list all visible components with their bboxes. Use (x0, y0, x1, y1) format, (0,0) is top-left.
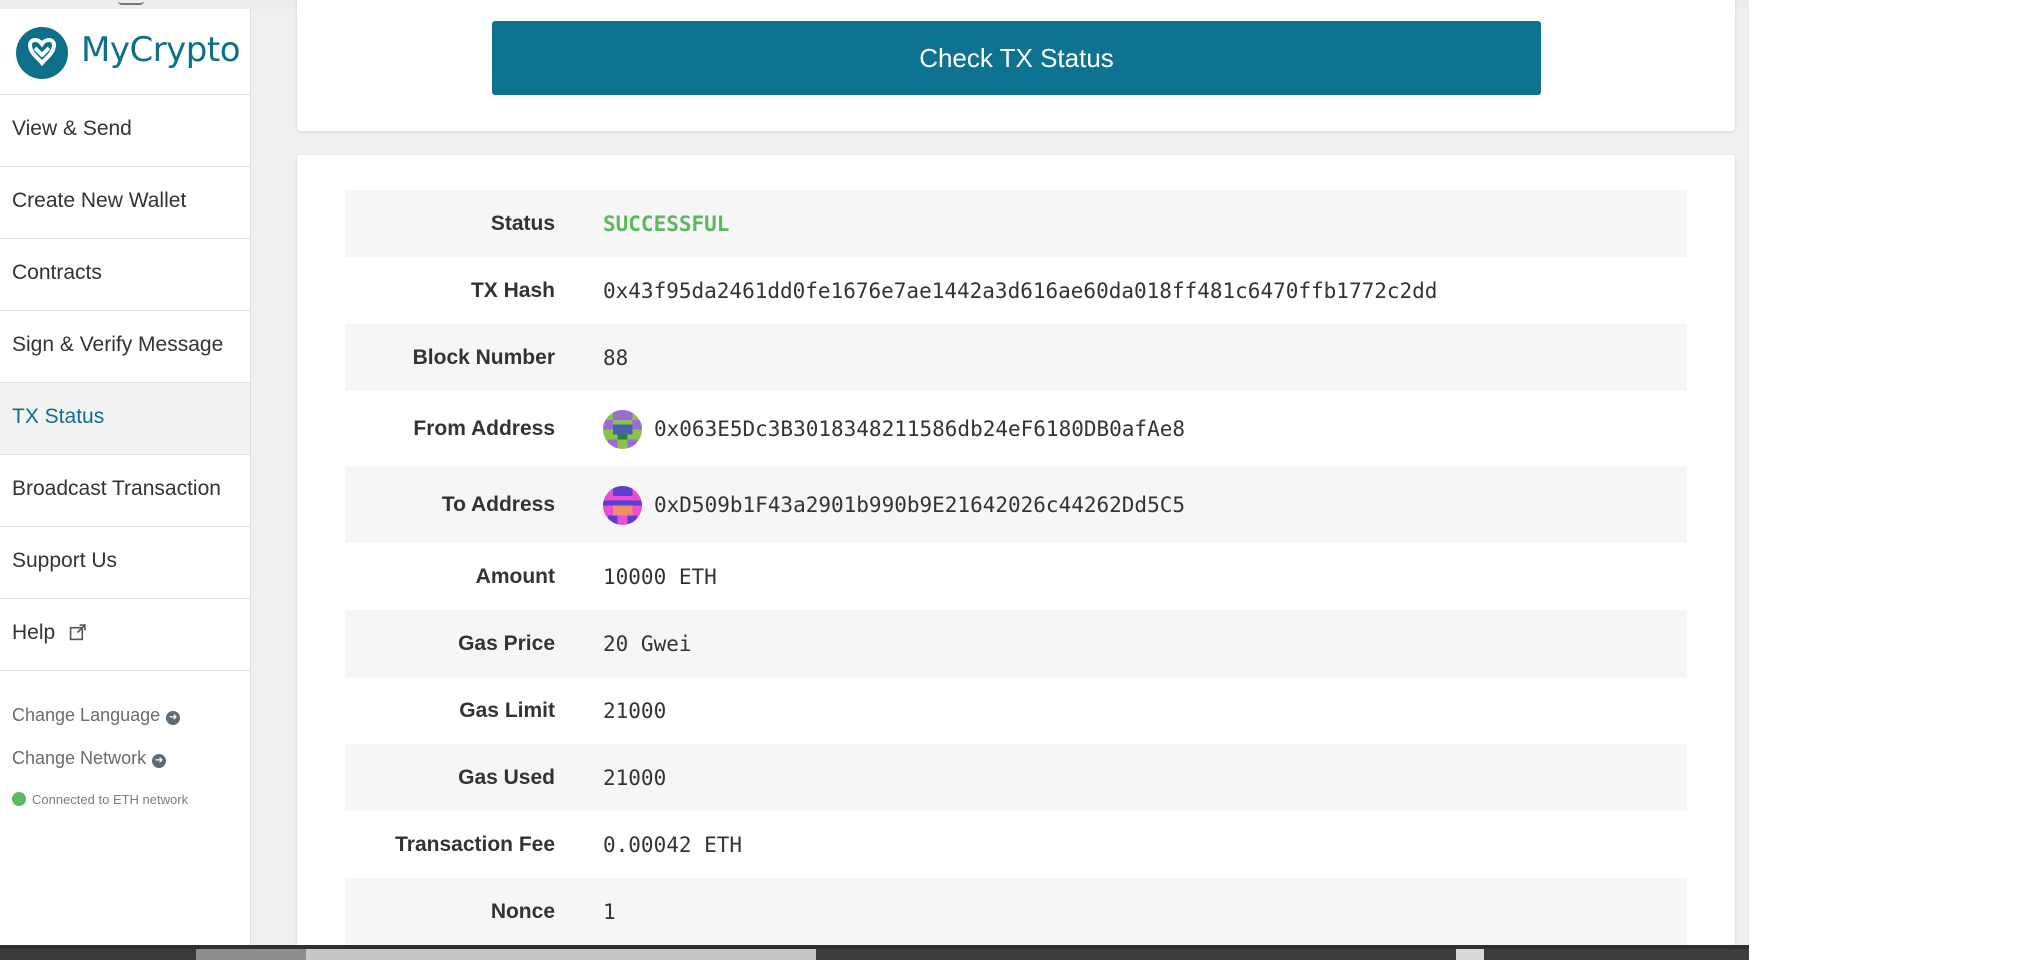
sidebar-item-broadcast-transaction[interactable]: Broadcast Transaction (0, 455, 250, 527)
from-address-value[interactable]: 0x063E5Dc3B3018348211586db24eF6180DB0afA… (654, 417, 1185, 441)
brand-name: MyCrypto (81, 30, 241, 70)
tx-row-status: Status SUCCESSFUL (345, 190, 1687, 257)
tx-row-fee: Transaction Fee 0.00042 ETH (345, 811, 1687, 878)
to-identicon-icon (603, 485, 642, 525)
sidebar-item-label: Create New Wallet (12, 189, 187, 212)
check-tx-status-button[interactable]: Check TX Status (492, 21, 1541, 95)
from-identicon-icon (603, 409, 642, 449)
to-address-value[interactable]: 0xD509b1F43a2901b990b9E21642026c44262Dd5… (654, 493, 1185, 517)
gas-used-value: 21000 (603, 765, 667, 790)
connection-status: Connected to ETH network (12, 792, 188, 807)
mycrypto-logo-icon (16, 27, 68, 79)
external-link-icon (69, 623, 86, 647)
sidebar-item-tx-status[interactable]: TX Status (0, 383, 250, 455)
sidebar-item-label: Support Us (12, 549, 118, 572)
tx-row-gas-limit: Gas Limit 21000 (345, 677, 1687, 744)
gas-limit-value: 21000 (603, 698, 667, 723)
app-window: MyCrypto View & Send Create New Wallet C… (0, 0, 1749, 945)
sidebar-item-contracts[interactable]: Contracts (0, 239, 250, 311)
connection-status-text: Connected to ETH network (32, 792, 189, 807)
from-address-label: From Address (413, 417, 555, 440)
sidebar-item-label: Broadcast Transaction (12, 477, 221, 500)
block-number-value: 88 (603, 345, 629, 370)
sidebar-item-sign-verify-message[interactable]: Sign & Verify Message (0, 311, 250, 383)
nonce-label: Nonce (490, 899, 555, 923)
arrow-right-circle-icon: ➜ (166, 711, 181, 725)
nonce-value: 1 (603, 899, 616, 924)
change-language-link[interactable]: Change Language ➜ (12, 705, 181, 726)
tx-row-gas-price: Gas Price 20 Gwei (345, 610, 1687, 677)
bottom-taskbar (0, 945, 1749, 960)
to-address-label: To Address (441, 493, 555, 516)
arrow-right-circle-icon: ➜ (152, 754, 167, 768)
status-value: SUCCESSFUL (603, 211, 730, 236)
sidebar-item-label: TX Status (12, 405, 105, 428)
block-number-label: Block Number (412, 345, 555, 369)
sidebar-item-label: Help (12, 621, 56, 644)
sidebar-item-view-send[interactable]: View & Send (0, 95, 250, 167)
tx-details-card: Status SUCCESSFUL TX Hash 0x43f95da2461d… (297, 155, 1735, 945)
amount-label: Amount (475, 564, 555, 588)
tx-row-gas-used: Gas Used 21000 (345, 744, 1687, 811)
amount-value: 10000 ETH (603, 564, 717, 589)
sidebar-item-label: Contracts (12, 261, 102, 284)
status-label: Status (490, 211, 555, 235)
sidebar-item-create-new-wallet[interactable]: Create New Wallet (0, 167, 250, 239)
transaction-fee-value: 0.00042 ETH (603, 832, 743, 857)
sidebar: MyCrypto View & Send Create New Wallet C… (0, 9, 251, 945)
sidebar-item-label: Sign & Verify Message (12, 333, 224, 356)
tx-row-to: To Address 0xD509b1F43a2901b990b9E216420… (345, 467, 1687, 543)
gas-price-value: 20 Gwei (603, 631, 692, 656)
sidebar-item-support-us[interactable]: Support Us (0, 527, 250, 599)
tx-row-block: Block Number 88 (345, 324, 1687, 391)
gas-limit-label: Gas Limit (459, 698, 555, 722)
tx-hash-value: 0x43f95da2461dd0fe1676e7ae1442a3d616ae60… (603, 278, 1438, 303)
sidebar-item-label: View & Send (12, 117, 132, 140)
status-dot-icon (12, 792, 26, 806)
tx-hash-label: TX Hash (470, 278, 555, 302)
change-network-label: Change Network (12, 748, 147, 768)
tx-lookup-card: Check TX Status (297, 0, 1735, 131)
tx-row-nonce: Nonce 1 (345, 878, 1687, 945)
transaction-fee-label: Transaction Fee (395, 832, 555, 856)
change-network-link[interactable]: Change Network ➜ (12, 748, 167, 769)
brand[interactable]: MyCrypto (0, 9, 250, 95)
change-language-label: Change Language (12, 705, 161, 725)
gas-used-label: Gas Used (458, 765, 555, 789)
gas-price-label: Gas Price (458, 631, 555, 655)
sidebar-item-help[interactable]: Help (0, 599, 250, 671)
tx-row-from: From Address 0x063E5Dc3B3018348211586db2… (345, 391, 1687, 467)
tx-row-hash: TX Hash 0x43f95da2461dd0fe1676e7ae1442a3… (345, 257, 1687, 324)
tx-row-amount: Amount 10000 ETH (345, 543, 1687, 610)
